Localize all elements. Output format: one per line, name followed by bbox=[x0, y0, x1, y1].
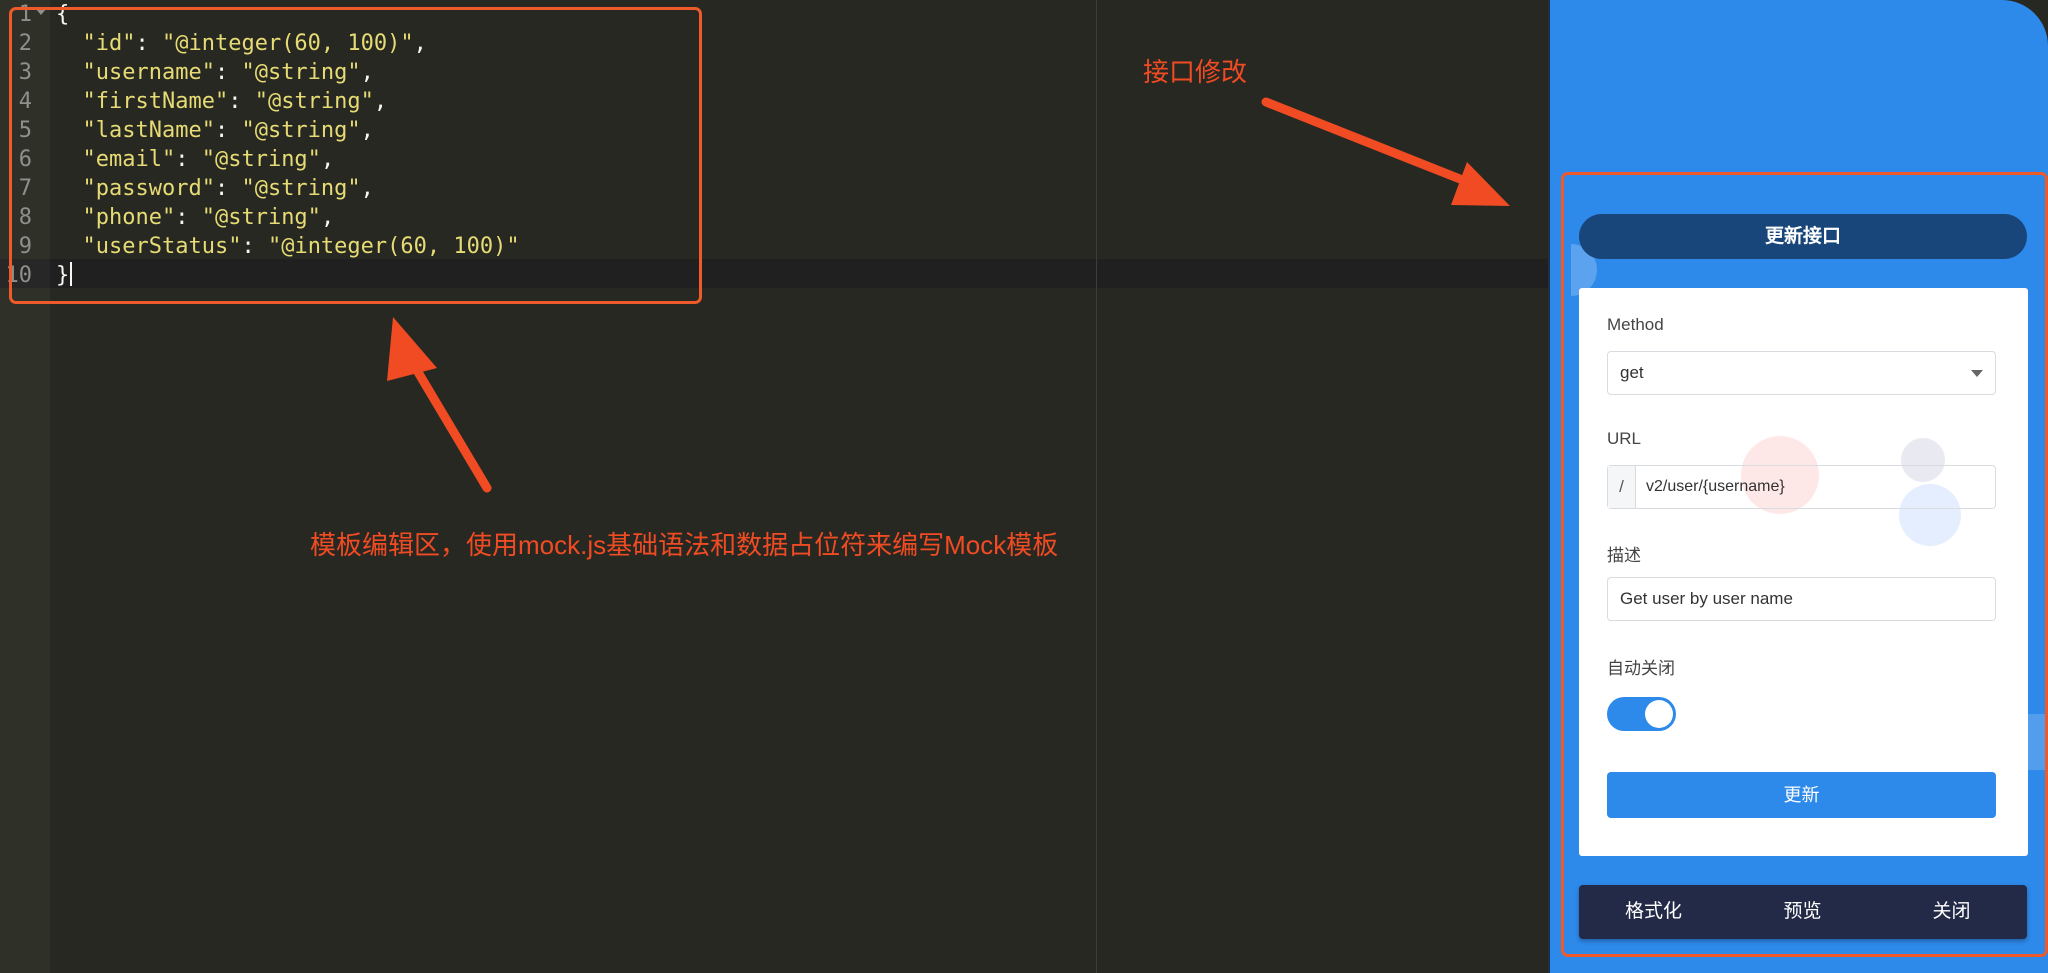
panel-highlight-box bbox=[1561, 172, 2048, 957]
panel-annotation: 接口修改 bbox=[1143, 57, 1248, 87]
editor-highlight-box bbox=[9, 7, 702, 304]
editor-annotation: 模板编辑区，使用mock.js基础语法和数据占位符来编写Mock模板 bbox=[310, 530, 1059, 560]
print-margin bbox=[1096, 0, 1097, 973]
